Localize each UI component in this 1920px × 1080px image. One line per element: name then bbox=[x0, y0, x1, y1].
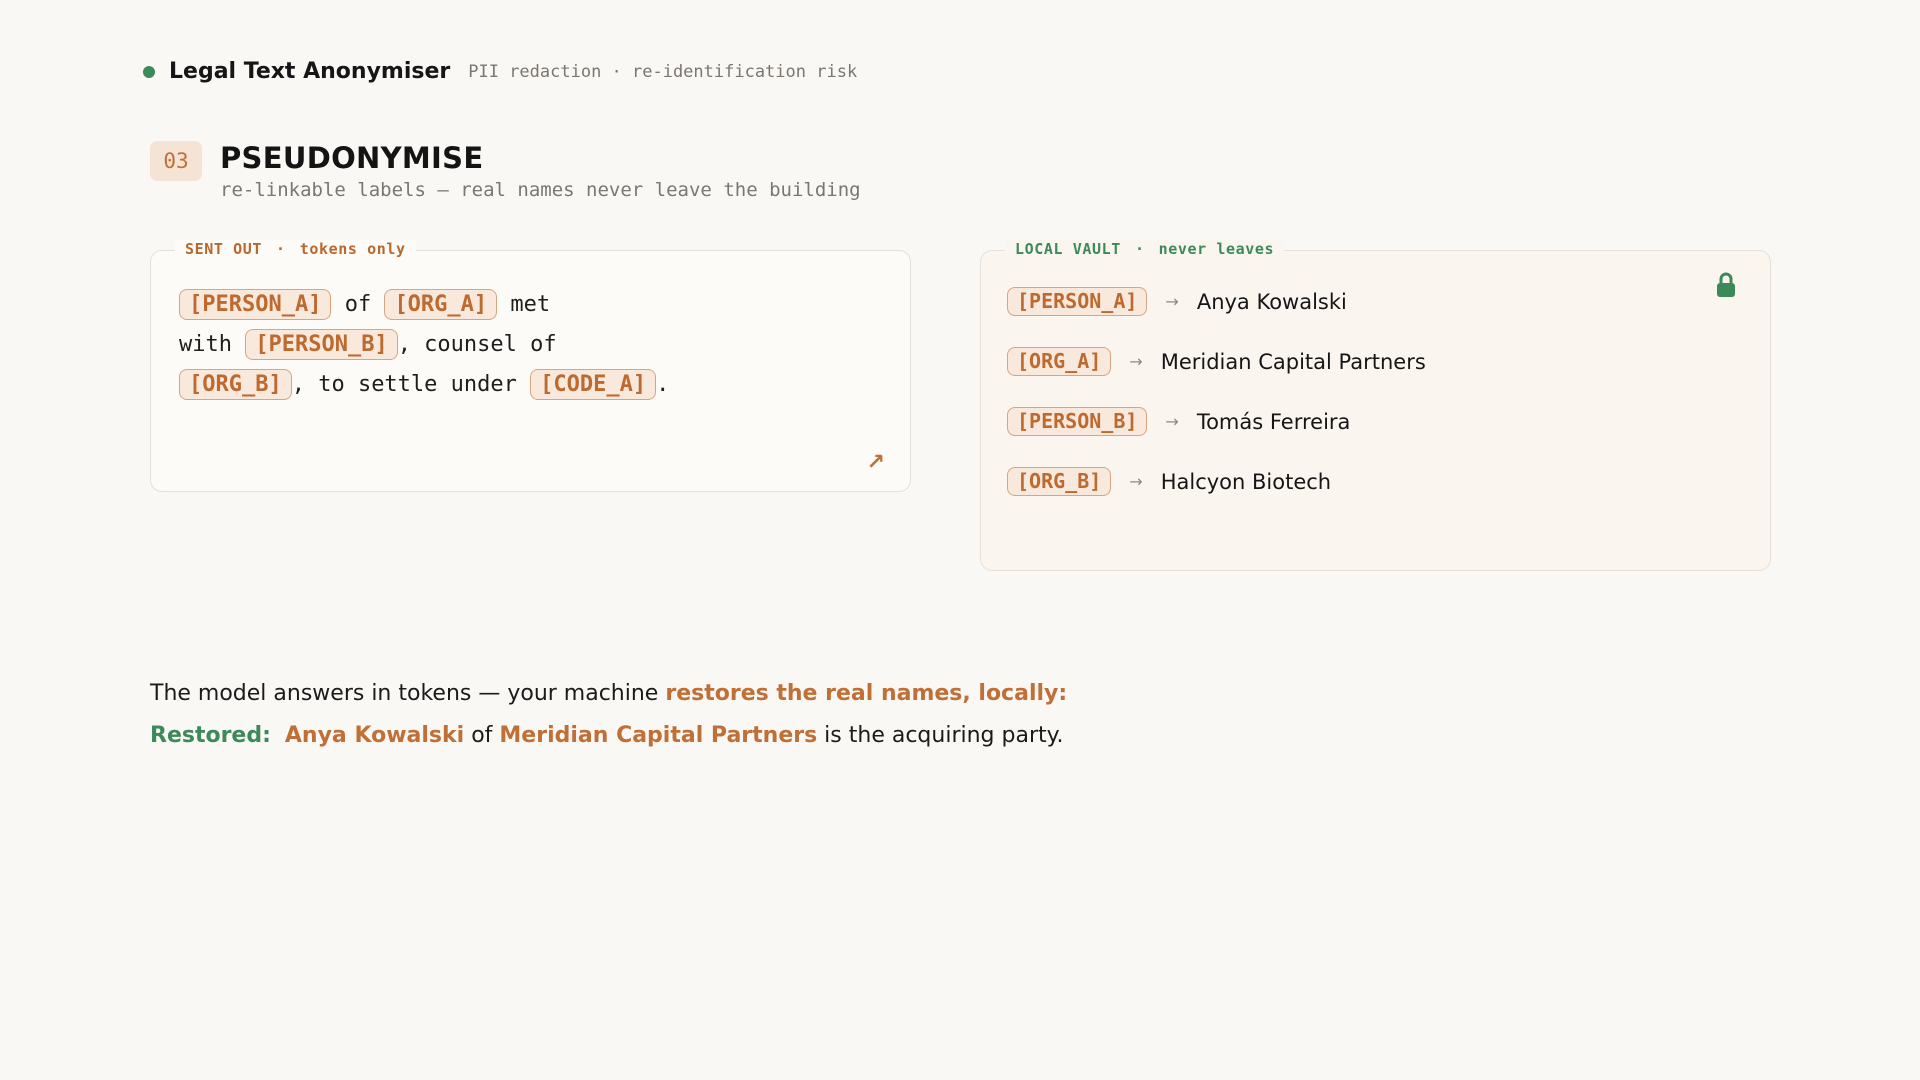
text-fragment: , to settle under bbox=[291, 372, 531, 397]
arrow-right-icon: → bbox=[1165, 412, 1179, 431]
arrow-right-icon: → bbox=[1129, 352, 1143, 371]
text-fragment: . bbox=[656, 372, 670, 397]
text-fragment: , counsel of bbox=[397, 332, 557, 357]
step-title: PSEUDONYMISE bbox=[220, 141, 484, 175]
restored-sentence: Restored: Anya Kowalski of Meridian Capi… bbox=[150, 723, 1064, 748]
answer-highlight: restores the real names, locally: bbox=[665, 681, 1068, 706]
arrow-up-right-icon[interactable]: ↗ bbox=[867, 450, 885, 475]
token-person-a: [PERSON_A] bbox=[179, 289, 332, 320]
legend-separator: · bbox=[1134, 240, 1145, 258]
restored-label: Restored: bbox=[150, 723, 271, 748]
restored-name-person: Anya Kowalski bbox=[284, 723, 465, 748]
vault-real-name: Anya Kowalski bbox=[1196, 289, 1347, 314]
tokenized-text: [PERSON_A] of [ORG_A] met with [PERSON_B… bbox=[179, 285, 819, 405]
local-vault-legend: LOCAL VAULT · never leaves bbox=[1005, 240, 1285, 258]
token-org-a: [ORG_A] bbox=[384, 289, 498, 320]
vault-row: [ORG_B] → Halcyon Biotech bbox=[1007, 467, 1331, 496]
app-subtitle: PII redaction · re-identification risk bbox=[468, 61, 858, 82]
vault-row: [PERSON_A] → Anya Kowalski bbox=[1007, 287, 1347, 316]
sent-out-label: SENT OUT bbox=[185, 240, 263, 258]
local-vault-panel: LOCAL VAULT · never leaves [PERSON_A] → … bbox=[980, 240, 1771, 571]
restored-fragment: of bbox=[464, 723, 500, 748]
vault-token: [ORG_A] bbox=[1007, 347, 1112, 376]
restored-suffix: is the acquiring party. bbox=[817, 723, 1064, 748]
sent-out-legend: SENT OUT · tokens only bbox=[175, 240, 416, 258]
step-number-badge: 03 bbox=[150, 141, 202, 181]
text-line: [PERSON_A] of [ORG_A] met bbox=[179, 285, 819, 325]
sent-out-note: tokens only bbox=[299, 240, 406, 258]
text-line: [ORG_B], to settle under [CODE_A]. bbox=[179, 365, 819, 405]
legend-separator: · bbox=[276, 240, 286, 258]
vault-token: [PERSON_B] bbox=[1007, 407, 1148, 436]
answer-prefix: The model answers in tokens — your machi… bbox=[150, 681, 666, 706]
token-person-b: [PERSON_B] bbox=[245, 329, 398, 360]
vault-real-name: Halcyon Biotech bbox=[1160, 469, 1332, 494]
vault-token: [ORG_B] bbox=[1007, 467, 1112, 496]
local-vault-note: never leaves bbox=[1158, 240, 1275, 258]
vault-token: [PERSON_A] bbox=[1007, 287, 1148, 316]
lock-icon bbox=[1716, 271, 1736, 303]
token-org-b: [ORG_B] bbox=[179, 369, 292, 400]
text-fragment: met bbox=[497, 292, 551, 317]
local-vault-label: LOCAL VAULT bbox=[1015, 240, 1121, 258]
answer-explanation: The model answers in tokens — your machi… bbox=[150, 681, 1067, 706]
sent-out-panel: SENT OUT · tokens only [PERSON_A] of [OR… bbox=[150, 240, 911, 492]
arrow-right-icon: → bbox=[1129, 472, 1143, 491]
text-fragment: with bbox=[179, 332, 246, 357]
vault-row: [PERSON_B] → Tomás Ferreira bbox=[1007, 407, 1350, 436]
app-title: Legal Text Anonymiser bbox=[169, 59, 451, 84]
arrow-right-icon: → bbox=[1165, 292, 1179, 311]
step-subtitle: re-linkable labels — real names never le… bbox=[220, 179, 861, 201]
vault-real-name: Meridian Capital Partners bbox=[1160, 349, 1426, 374]
vault-real-name: Tomás Ferreira bbox=[1196, 409, 1351, 434]
status-dot-icon bbox=[143, 65, 155, 78]
app-header: Legal Text Anonymiser PII redaction · re… bbox=[143, 59, 857, 84]
text-line: with [PERSON_B], counsel of bbox=[179, 325, 819, 365]
text-fragment: of bbox=[331, 292, 385, 317]
vault-row: [ORG_A] → Meridian Capital Partners bbox=[1007, 347, 1426, 376]
restored-name-org: Meridian Capital Partners bbox=[499, 723, 818, 748]
token-code-a: [CODE_A] bbox=[530, 369, 657, 400]
